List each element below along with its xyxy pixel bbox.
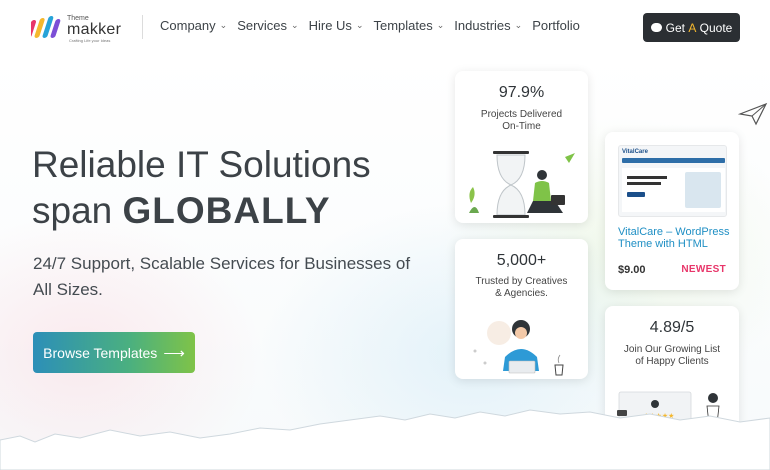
chat-icon [650,23,662,32]
torn-paper-divider [0,409,770,470]
template-price: $9.00 [618,264,646,276]
hero-title-line-2: span [32,190,123,231]
menu-label: Hire Us [308,18,352,33]
screenshot-button [627,192,645,197]
top-navigation: Theme makker Crafting Life your Ideas Co… [0,0,770,55]
cta-text: Quote [696,20,733,35]
chevron-down-icon: ⌄ [436,20,445,30]
stat-value: 4.89/5 [649,319,695,336]
cta-accent-letter: A [688,20,697,35]
template-brand: VitalCare [622,149,648,155]
menu-label: Services [237,18,288,33]
paper-plane-icon [738,102,768,126]
menu-label: Industries [454,18,511,33]
logo-mark-icon [31,16,61,38]
menu-item-hire-us[interactable]: Hire Us ⌄ [309,18,364,33]
person-with-laptop-illustration [473,320,564,376]
hero-title-line-1: Reliable IT Solutions [32,144,371,185]
stat-card-clients: 5,000+ Trusted by Creatives & Agencies. [455,239,588,379]
screenshot-headline [627,176,667,179]
menu-item-company[interactable]: Company ⌄ [160,18,227,33]
screenshot-headline [627,182,661,185]
arrow-right-icon: ⟶ [163,344,185,362]
site-logo[interactable]: Theme makker Crafting Life your Ideas [31,12,126,43]
browse-templates-button[interactable]: Browse Templates ⟶ [33,332,195,373]
chevron-down-icon: ⌄ [219,20,228,30]
main-menu: Company ⌄ Services ⌄ Hire Us ⌄ Templates ⌄ I… [160,18,590,33]
browse-templates-label: Browse Templates [43,344,158,361]
stat-value: 97.9% [498,84,545,101]
cta-text: Get [665,20,689,35]
stat-value: 5,000+ [496,252,547,269]
newest-badge: NEWEST [681,264,726,275]
stat-label: Projects Delivered On-Time [480,109,563,132]
menu-item-services[interactable]: Services ⌄ [237,18,298,33]
hero-title-emphasis: GLOBALLY [122,190,331,231]
menu-label: Templates [373,18,433,33]
chevron-down-icon: ⌄ [355,20,364,30]
menu-label: Company [160,18,216,33]
hero-title: Reliable IT Solutions span GLOBALLY [32,142,371,234]
chevron-down-icon: ⌄ [291,20,299,30]
nav-divider [142,15,143,39]
logo-tagline: Crafting Life your Ideas [69,38,111,43]
chevron-down-icon: ⌄ [514,20,523,30]
hourglass-illustration [469,151,575,218]
hero-subtitle: 24/7 Support, Scalable Services for Busi… [33,254,411,299]
stat-label: Join Our Growing List of Happy Clients [623,344,721,367]
menu-item-portfolio[interactable]: Portfolio [532,18,580,33]
menu-item-industries[interactable]: Industries ⌄ [454,18,522,33]
screenshot-image [685,172,721,208]
template-title-link[interactable]: VitalCare – WordPress Theme with HTML [618,226,733,250]
menu-item-templates[interactable]: Templates ⌄ [373,18,444,33]
template-card-vitalcare[interactable]: VitalCare VitalCare – WordPress Theme wi… [605,132,739,290]
stat-label: Trusted by Creatives & Agencies. [475,276,568,299]
get-a-quote-button[interactable]: Get A Quote [643,13,740,42]
template-screenshot: VitalCare [618,145,727,217]
screenshot-nav-bar [622,158,725,163]
stat-card-projects: 97.9% Projects Delivered On-Time [455,71,588,223]
logo-wordmark: makker [67,21,122,38]
menu-label: Portfolio [532,18,580,33]
